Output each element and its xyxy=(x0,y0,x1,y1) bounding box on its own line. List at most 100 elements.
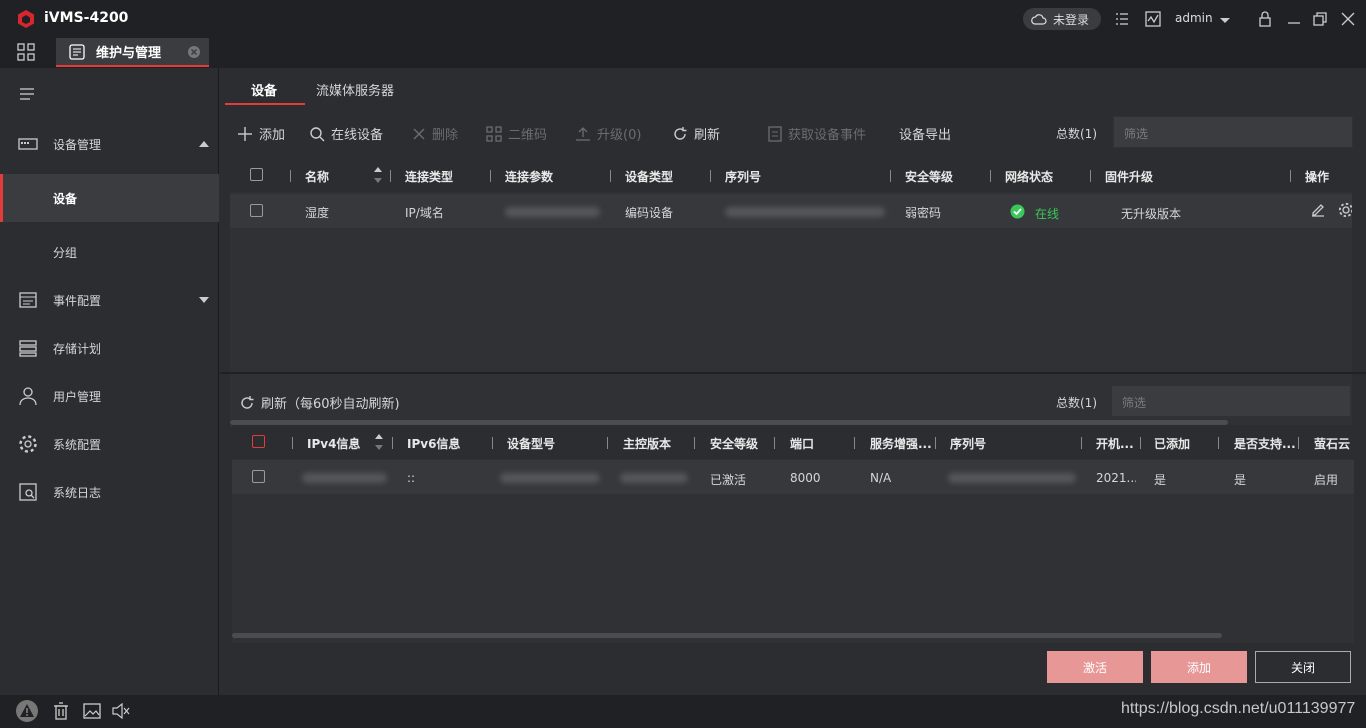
sidebar-item-group[interactable]: 分组 xyxy=(0,228,219,276)
sidebar-item-system-log[interactable]: 系统日志 xyxy=(0,468,219,516)
sidebar-item-device[interactable]: 设备 xyxy=(0,174,219,222)
edit-icon[interactable] xyxy=(1310,202,1326,218)
app-grid-icon[interactable] xyxy=(17,43,35,61)
user-name[interactable]: admin xyxy=(1175,11,1213,25)
lock-icon[interactable] xyxy=(1256,10,1274,28)
sidebar-item-device-management[interactable]: 设备管理 xyxy=(0,120,219,168)
maximize-icon[interactable] xyxy=(1311,10,1329,28)
tab-device[interactable]: 设备 xyxy=(251,80,277,99)
upload-icon xyxy=(576,126,590,141)
online-device-table: IPv4信息 IPv6信息 设备型号 主控版本 安全等级 端口 服务增强... … xyxy=(232,425,1354,643)
column-header-model[interactable]: 设备型号 xyxy=(507,435,555,452)
device-status: 在线 xyxy=(1035,207,1060,221)
export-button[interactable]: 设备导出 xyxy=(899,124,951,143)
column-header-serial[interactable]: 序列号 xyxy=(950,435,986,452)
column-header-conn-type[interactable]: 连接类型 xyxy=(405,168,453,185)
tab-maintenance[interactable]: 维护与管理 xyxy=(56,38,209,67)
tab-close-icon[interactable] xyxy=(187,45,201,59)
refresh-button[interactable]: 刷新 xyxy=(672,124,720,143)
add-button[interactable]: 添加 xyxy=(237,124,285,143)
row-checkbox[interactable] xyxy=(250,204,263,217)
sidebar-item-system-config[interactable]: 系统配置 xyxy=(0,420,219,468)
close-button[interactable]: 关闭 xyxy=(1255,651,1351,683)
table-row[interactable]: :: 已激活 8000 N/A 2021... 是 是 启用 xyxy=(232,460,1354,494)
column-divider xyxy=(390,170,391,182)
column-header-security[interactable]: 安全等级 xyxy=(710,435,758,452)
select-all-checkbox[interactable] xyxy=(252,435,265,448)
column-header-port[interactable]: 端口 xyxy=(790,435,814,452)
main-panel: 设备 流媒体服务器 添加 在线设备 删除 二维码 升级(0) 刷新 获取设备事件… xyxy=(220,68,1366,695)
login-label: 未登录 xyxy=(1053,12,1090,27)
panel-divider xyxy=(220,372,1366,374)
collapse-menu-icon[interactable] xyxy=(19,87,35,101)
column-header-firmware[interactable]: 主控版本 xyxy=(623,435,671,452)
horizontal-scrollbar[interactable] xyxy=(232,633,1222,638)
active-tab-indicator xyxy=(225,103,305,105)
sidebar-item-label: 分组 xyxy=(53,245,78,260)
row-checkbox[interactable] xyxy=(252,470,265,483)
sidebar-item-storage-schedule[interactable]: 存储计划 xyxy=(0,324,219,372)
column-header-firmware[interactable]: 固件升级 xyxy=(1105,168,1153,185)
column-header-service[interactable]: 服务增强... xyxy=(870,435,936,452)
add-device-button[interactable]: 添加 xyxy=(1151,651,1247,683)
column-header-security[interactable]: 安全等级 xyxy=(905,168,953,185)
minimize-icon[interactable] xyxy=(1285,10,1303,28)
sort-icon[interactable] xyxy=(374,432,384,452)
redacted-serial xyxy=(725,207,885,217)
column-header-boot[interactable]: 开机... xyxy=(1096,435,1136,452)
settings-icon[interactable] xyxy=(1338,202,1352,218)
online-refresh-button[interactable]: 刷新（每60秒自动刷新) xyxy=(239,393,400,412)
select-all-checkbox[interactable] xyxy=(250,168,263,181)
table-row[interactable]: 湿度 IP/域名 编码设备 弱密码 在线 无升级版本 xyxy=(230,194,1352,228)
close-icon[interactable] xyxy=(1339,10,1357,28)
login-button[interactable]: 未登录 xyxy=(1023,8,1101,30)
column-header-dev-type[interactable]: 设备类型 xyxy=(625,168,673,185)
column-header-status[interactable]: 网络状态 xyxy=(1005,168,1053,185)
monitor-status-icon[interactable] xyxy=(1144,10,1162,28)
sidebar-item-label: 系统配置 xyxy=(53,437,102,452)
column-divider xyxy=(607,437,608,449)
column-divider xyxy=(890,170,891,182)
column-header-conn-param[interactable]: 连接参数 xyxy=(505,168,553,185)
tab-stream-server[interactable]: 流媒体服务器 xyxy=(316,80,394,99)
speaker-mute-icon[interactable] xyxy=(112,703,130,719)
sidebar-item-user-management[interactable]: 用户管理 xyxy=(0,372,219,420)
online-refresh-label: 刷新（每60秒自动刷新) xyxy=(261,397,400,412)
column-divider xyxy=(492,437,493,449)
column-divider xyxy=(710,170,711,182)
delete-button[interactable]: 删除 xyxy=(412,124,458,143)
refresh-label: 刷新 xyxy=(694,128,721,143)
online-status-icon xyxy=(1010,204,1025,219)
task-list-icon[interactable] xyxy=(1113,10,1131,28)
user-dropdown-icon[interactable] xyxy=(1216,12,1234,30)
alert-icon[interactable] xyxy=(15,699,39,723)
add-label: 添加 xyxy=(259,128,286,143)
trash-icon[interactable] xyxy=(53,702,69,720)
sort-icon[interactable] xyxy=(373,165,383,185)
column-header-support[interactable]: 是否支持... xyxy=(1234,435,1296,452)
qrcode-button[interactable]: 二维码 xyxy=(486,124,547,143)
upgrade-button[interactable]: 升级(0) xyxy=(575,124,641,143)
online-filter-input[interactable]: 筛选 xyxy=(1111,385,1351,417)
sidebar-item-event-config[interactable]: 事件配置 xyxy=(0,276,219,324)
filter-input[interactable]: 筛选 xyxy=(1113,116,1353,148)
storage-icon xyxy=(19,340,37,357)
image-icon[interactable] xyxy=(83,703,101,719)
export-label: 设备导出 xyxy=(899,128,952,143)
column-header-ipv6[interactable]: IPv6信息 xyxy=(407,435,460,452)
log-icon xyxy=(19,483,37,501)
get-events-button[interactable]: 获取设备事件 xyxy=(768,124,866,143)
column-header-ezviz[interactable]: 萤石云 xyxy=(1314,435,1354,452)
column-header-serial[interactable]: 序列号 xyxy=(725,168,761,185)
activate-button[interactable]: 激活 xyxy=(1047,651,1143,683)
chevron-up-icon xyxy=(199,141,209,147)
column-header-added[interactable]: 已添加 xyxy=(1154,435,1190,452)
column-divider xyxy=(490,170,491,182)
device-firmware: 无升级版本 xyxy=(1121,207,1182,221)
online-devices-button[interactable]: 在线设备 xyxy=(309,124,383,143)
column-header-ipv4[interactable]: IPv4信息 xyxy=(307,435,360,452)
column-header-name[interactable]: 名称 xyxy=(305,168,329,185)
tab-label: 维护与管理 xyxy=(96,46,162,61)
redacted-serial xyxy=(948,473,1076,483)
online-total-count: 总数(1) xyxy=(1056,396,1097,410)
